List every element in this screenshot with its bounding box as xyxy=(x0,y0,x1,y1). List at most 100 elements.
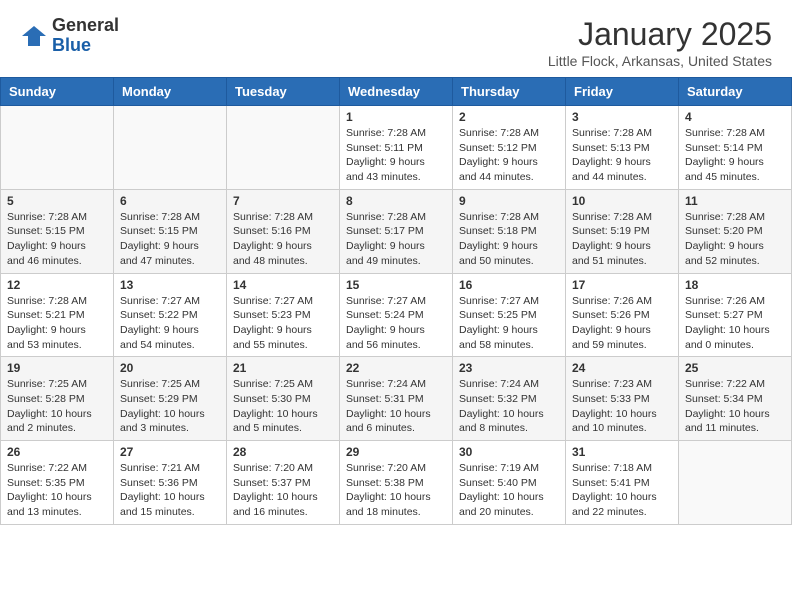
calendar-cell: 19Sunrise: 7:25 AM Sunset: 5:28 PM Dayli… xyxy=(1,357,114,441)
day-info: Sunrise: 7:28 AM Sunset: 5:19 PM Dayligh… xyxy=(572,210,672,269)
day-number: 14 xyxy=(233,278,333,292)
day-number: 27 xyxy=(120,445,220,459)
calendar-cell: 30Sunrise: 7:19 AM Sunset: 5:40 PM Dayli… xyxy=(453,441,566,525)
calendar-week-4: 19Sunrise: 7:25 AM Sunset: 5:28 PM Dayli… xyxy=(1,357,792,441)
day-info: Sunrise: 7:21 AM Sunset: 5:36 PM Dayligh… xyxy=(120,461,220,520)
day-number: 11 xyxy=(685,194,785,208)
calendar-cell: 10 Sunrise: 7:28 AM Sunset: 5:19 PM Dayli… xyxy=(566,189,679,273)
day-number: 7 xyxy=(233,194,333,208)
calendar-cell: 7 Sunrise: 7:28 AM Sunset: 5:16 PM Daylig… xyxy=(227,189,340,273)
calendar-cell: 17 Sunrise: 7:26 AM Sunset: 5:26 PM Dayli… xyxy=(566,273,679,357)
calendar-cell: 1 Sunrise: 7:28 AM Sunset: 5:11 PM Daylig… xyxy=(340,106,453,190)
calendar-cell: 4 Sunrise: 7:28 AM Sunset: 5:14 PM Daylig… xyxy=(679,106,792,190)
day-number: 28 xyxy=(233,445,333,459)
calendar-header-row: SundayMondayTuesdayWednesdayThursdayFrid… xyxy=(1,78,792,106)
calendar-cell: 28Sunrise: 7:20 AM Sunset: 5:37 PM Dayli… xyxy=(227,441,340,525)
day-info: Sunrise: 7:28 AM Sunset: 5:20 PM Dayligh… xyxy=(685,210,785,269)
day-number: 24 xyxy=(572,361,672,375)
day-info: Sunrise: 7:27 AM Sunset: 5:23 PM Dayligh… xyxy=(233,294,333,353)
calendar-cell: 2 Sunrise: 7:28 AM Sunset: 5:12 PM Daylig… xyxy=(453,106,566,190)
day-number: 9 xyxy=(459,194,559,208)
calendar-cell: 6 Sunrise: 7:28 AM Sunset: 5:15 PM Daylig… xyxy=(114,189,227,273)
day-info: Sunrise: 7:27 AM Sunset: 5:25 PM Dayligh… xyxy=(459,294,559,353)
calendar-cell: 3Sunrise: 7:28 AM Sunset: 5:13 PM Daylig… xyxy=(566,106,679,190)
day-info: Sunrise: 7:23 AM Sunset: 5:33 PM Dayligh… xyxy=(572,377,672,436)
day-info: Sunrise: 7:18 AM Sunset: 5:41 PM Dayligh… xyxy=(572,461,672,520)
calendar-cell xyxy=(679,441,792,525)
calendar-cell: 23 Sunrise: 7:24 AM Sunset: 5:32 PM Dayli… xyxy=(453,357,566,441)
calendar-cell: 16 Sunrise: 7:27 AM Sunset: 5:25 PM Dayli… xyxy=(453,273,566,357)
day-info: Sunrise: 7:19 AM Sunset: 5:40 PM Dayligh… xyxy=(459,461,559,520)
calendar-cell xyxy=(227,106,340,190)
day-info: Sunrise: 7:28 AM Sunset: 5:12 PM Dayligh… xyxy=(459,126,559,185)
calendar-cell: 13 Sunrise: 7:27 AM Sunset: 5:22 PM Dayli… xyxy=(114,273,227,357)
day-info: Sunrise: 7:28 AM Sunset: 5:18 PM Dayligh… xyxy=(459,210,559,269)
month-title: January 2025 xyxy=(548,16,772,53)
day-number: 16 xyxy=(459,278,559,292)
calendar-week-5: 26Sunrise: 7:22 AM Sunset: 5:35 PM Dayli… xyxy=(1,441,792,525)
calendar-table: SundayMondayTuesdayWednesdayThursdayFrid… xyxy=(0,77,792,525)
calendar-week-3: 12Sunrise: 7:28 AM Sunset: 5:21 PM Dayli… xyxy=(1,273,792,357)
day-number: 13 xyxy=(120,278,220,292)
day-info: Sunrise: 7:22 AM Sunset: 5:35 PM Dayligh… xyxy=(7,461,107,520)
day-number: 29 xyxy=(346,445,446,459)
day-info: Sunrise: 7:20 AM Sunset: 5:38 PM Dayligh… xyxy=(346,461,446,520)
day-info: Sunrise: 7:25 AM Sunset: 5:30 PM Dayligh… xyxy=(233,377,333,436)
calendar-cell: 14 Sunrise: 7:27 AM Sunset: 5:23 PM Dayli… xyxy=(227,273,340,357)
day-info: Sunrise: 7:24 AM Sunset: 5:31 PM Dayligh… xyxy=(346,377,446,436)
day-info: Sunrise: 7:28 AM Sunset: 5:16 PM Dayligh… xyxy=(233,210,333,269)
page-header: General Blue January 2025 Little Flock, … xyxy=(0,0,792,77)
logo: General Blue xyxy=(20,16,119,56)
logo-blue-text: Blue xyxy=(52,35,91,55)
calendar-cell: 21Sunrise: 7:25 AM Sunset: 5:30 PM Dayli… xyxy=(227,357,340,441)
day-info: Sunrise: 7:25 AM Sunset: 5:29 PM Dayligh… xyxy=(120,377,220,436)
day-number: 6 xyxy=(120,194,220,208)
calendar-cell: 20 Sunrise: 7:25 AM Sunset: 5:29 PM Dayli… xyxy=(114,357,227,441)
day-info: Sunrise: 7:28 AM Sunset: 5:14 PM Dayligh… xyxy=(685,126,785,185)
day-info: Sunrise: 7:24 AM Sunset: 5:32 PM Dayligh… xyxy=(459,377,559,436)
calendar-cell: 8 Sunrise: 7:28 AM Sunset: 5:17 PM Daylig… xyxy=(340,189,453,273)
calendar-cell: 15Sunrise: 7:27 AM Sunset: 5:24 PM Dayli… xyxy=(340,273,453,357)
day-info: Sunrise: 7:27 AM Sunset: 5:22 PM Dayligh… xyxy=(120,294,220,353)
day-number: 25 xyxy=(685,361,785,375)
day-number: 3 xyxy=(572,110,672,124)
calendar-cell xyxy=(1,106,114,190)
calendar-cell: 26Sunrise: 7:22 AM Sunset: 5:35 PM Dayli… xyxy=(1,441,114,525)
day-number: 8 xyxy=(346,194,446,208)
day-number: 18 xyxy=(685,278,785,292)
day-info: Sunrise: 7:28 AM Sunset: 5:11 PM Dayligh… xyxy=(346,126,446,185)
col-header-thursday: Thursday xyxy=(453,78,566,106)
calendar-cell: 29 Sunrise: 7:20 AM Sunset: 5:38 PM Dayli… xyxy=(340,441,453,525)
calendar-cell: 18 Sunrise: 7:26 AM Sunset: 5:27 PM Dayli… xyxy=(679,273,792,357)
day-number: 10 xyxy=(572,194,672,208)
calendar-cell: 9 Sunrise: 7:28 AM Sunset: 5:18 PM Daylig… xyxy=(453,189,566,273)
logo-icon xyxy=(20,22,48,50)
day-number: 1 xyxy=(346,110,446,124)
day-number: 31 xyxy=(572,445,672,459)
calendar-cell: 22 Sunrise: 7:24 AM Sunset: 5:31 PM Dayli… xyxy=(340,357,453,441)
logo-general-text: General xyxy=(52,15,119,35)
calendar-cell: 5Sunrise: 7:28 AM Sunset: 5:15 PM Daylig… xyxy=(1,189,114,273)
calendar-cell: 25Sunrise: 7:22 AM Sunset: 5:34 PM Dayli… xyxy=(679,357,792,441)
calendar-cell: 31 Sunrise: 7:18 AM Sunset: 5:41 PM Dayli… xyxy=(566,441,679,525)
day-number: 22 xyxy=(346,361,446,375)
day-number: 20 xyxy=(120,361,220,375)
calendar-cell: 24 Sunrise: 7:23 AM Sunset: 5:33 PM Dayli… xyxy=(566,357,679,441)
col-header-wednesday: Wednesday xyxy=(340,78,453,106)
calendar-week-1: 1 Sunrise: 7:28 AM Sunset: 5:11 PM Daylig… xyxy=(1,106,792,190)
day-info: Sunrise: 7:28 AM Sunset: 5:15 PM Dayligh… xyxy=(120,210,220,269)
title-block: January 2025 Little Flock, Arkansas, Uni… xyxy=(548,16,772,69)
col-header-saturday: Saturday xyxy=(679,78,792,106)
day-info: Sunrise: 7:28 AM Sunset: 5:15 PM Dayligh… xyxy=(7,210,107,269)
day-number: 4 xyxy=(685,110,785,124)
day-info: Sunrise: 7:28 AM Sunset: 5:21 PM Dayligh… xyxy=(7,294,107,353)
calendar-cell xyxy=(114,106,227,190)
day-number: 2 xyxy=(459,110,559,124)
day-info: Sunrise: 7:26 AM Sunset: 5:27 PM Dayligh… xyxy=(685,294,785,353)
calendar-cell: 27 Sunrise: 7:21 AM Sunset: 5:36 PM Dayli… xyxy=(114,441,227,525)
day-info: Sunrise: 7:28 AM Sunset: 5:17 PM Dayligh… xyxy=(346,210,446,269)
day-info: Sunrise: 7:26 AM Sunset: 5:26 PM Dayligh… xyxy=(572,294,672,353)
calendar-cell: 11 Sunrise: 7:28 AM Sunset: 5:20 PM Dayli… xyxy=(679,189,792,273)
day-number: 17 xyxy=(572,278,672,292)
day-number: 23 xyxy=(459,361,559,375)
